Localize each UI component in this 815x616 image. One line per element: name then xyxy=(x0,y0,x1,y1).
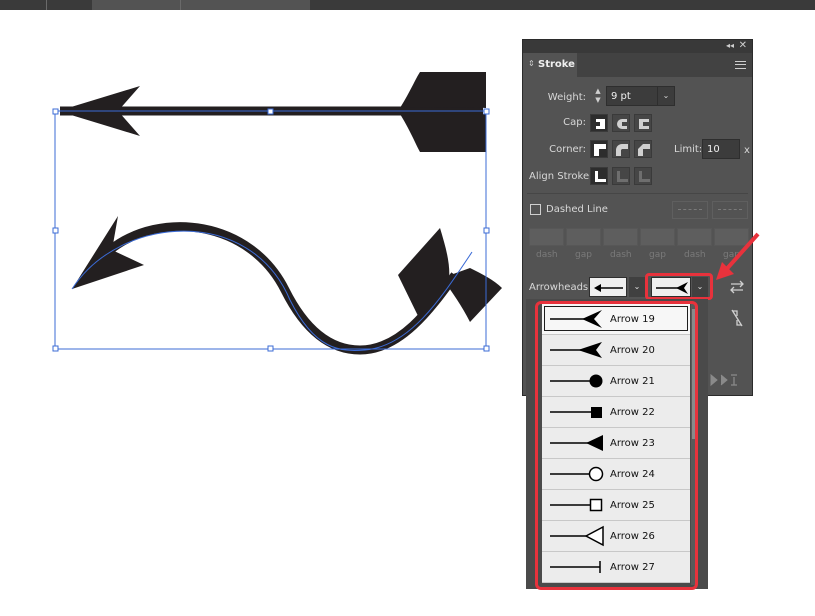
corner-label: Corner: xyxy=(549,144,586,155)
annotation-arrow-icon xyxy=(716,232,760,280)
panel-tab-row: ⇕ Stroke xyxy=(523,53,752,77)
artboard-canvas[interactable] xyxy=(0,0,520,616)
dash-1-input[interactable] xyxy=(529,228,564,246)
dash-label: dash xyxy=(684,250,706,260)
weight-input[interactable]: 9 pt xyxy=(606,86,658,106)
bevel-join-icon xyxy=(638,144,650,156)
align-center-icon xyxy=(595,171,606,182)
resize-handle[interactable] xyxy=(52,108,59,115)
tab-stroke[interactable]: ⇕ Stroke xyxy=(523,53,577,77)
curved-arrow-artwork[interactable] xyxy=(71,216,502,355)
dash-label: dash xyxy=(536,250,558,260)
panel-divider xyxy=(527,193,748,194)
close-icon[interactable]: ✕ xyxy=(739,40,747,51)
collapse-panel-icon[interactable]: ◂◂ xyxy=(726,41,734,50)
dash-label: dash xyxy=(610,250,632,260)
align-inside-icon xyxy=(617,171,628,182)
start-arrowhead-dropdown[interactable]: ⌄ xyxy=(629,277,645,297)
weight-label: Weight: xyxy=(547,92,586,103)
align-stroke-label: Align Stroke: xyxy=(529,171,593,182)
weight-spinner-icon[interactable]: ▲ ▼ xyxy=(592,87,604,107)
miter-join-button[interactable] xyxy=(590,140,608,158)
round-cap-icon xyxy=(617,119,627,129)
align-outside-button[interactable] xyxy=(634,167,652,185)
align-center-button[interactable] xyxy=(590,167,608,185)
dropdown-highlight xyxy=(535,301,698,590)
panel-menu-icon[interactable] xyxy=(735,61,746,69)
bevel-join-button[interactable] xyxy=(634,140,652,158)
dash-preset-exact-button[interactable] xyxy=(672,201,708,219)
end-arrowhead-highlight xyxy=(645,273,713,300)
start-arrowhead-preview[interactable] xyxy=(589,277,627,297)
miter-join-icon xyxy=(594,144,606,156)
unlink-icon[interactable] xyxy=(729,308,745,328)
projecting-cap-button[interactable] xyxy=(634,114,652,132)
dashed-line-checkbox[interactable] xyxy=(530,204,541,215)
panel-header-bar: ◂◂ ✕ xyxy=(523,40,752,53)
resize-handle[interactable] xyxy=(52,227,59,234)
resize-handle[interactable] xyxy=(267,108,274,115)
align-outside-icon xyxy=(639,171,650,182)
cap-label: Cap: xyxy=(563,117,586,128)
round-join-icon xyxy=(616,144,628,156)
resize-handle[interactable] xyxy=(267,345,274,352)
butt-cap-button[interactable] xyxy=(590,114,608,132)
round-cap-button[interactable] xyxy=(612,114,630,132)
dashed-line-label: Dashed Line xyxy=(546,204,608,215)
resize-handle[interactable] xyxy=(483,345,490,352)
dash-preset-align-button[interactable] xyxy=(712,201,748,219)
dash-2-input[interactable] xyxy=(603,228,638,246)
gap-1-input[interactable] xyxy=(566,228,601,246)
gap-label: gap xyxy=(575,250,592,260)
miter-limit-input[interactable]: 10 xyxy=(702,139,740,159)
limit-unit: x xyxy=(744,145,750,156)
align-inside-button[interactable] xyxy=(612,167,630,185)
panel-title: Stroke xyxy=(538,59,575,70)
arrowheads-label: Arrowheads: xyxy=(529,282,592,293)
gap-label: gap xyxy=(649,250,666,260)
limit-label: Limit: xyxy=(674,144,703,155)
resize-handle[interactable] xyxy=(483,108,490,115)
round-join-button[interactable] xyxy=(612,140,630,158)
resize-handle[interactable] xyxy=(483,227,490,234)
projecting-cap-icon xyxy=(639,119,649,129)
weight-dropdown-button[interactable]: ⌄ xyxy=(657,86,675,106)
dash-3-input[interactable] xyxy=(677,228,712,246)
expand-arrows-icon: ⇕ xyxy=(528,59,535,68)
gap-2-input[interactable] xyxy=(640,228,675,246)
butt-cap-icon xyxy=(594,119,605,129)
arrow-left-icon xyxy=(594,284,623,292)
resize-handle[interactable] xyxy=(52,345,59,352)
arrowhead-align-icons[interactable] xyxy=(709,373,739,387)
